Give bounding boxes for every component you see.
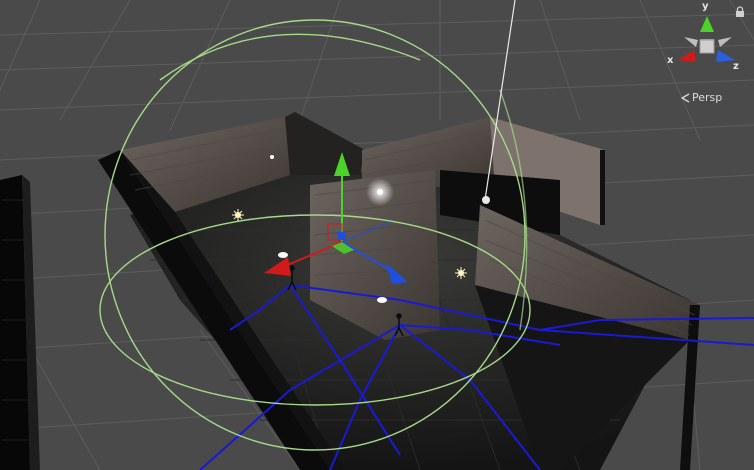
point-light-icon[interactable] [482,196,490,204]
point-light-icon[interactable] [270,155,274,159]
x-axis-label: x [667,55,674,66]
cloud-icon[interactable] [278,252,288,258]
y-axis-label: y [702,1,709,12]
projection-label: Persp [692,91,723,104]
chevron-left-icon [681,93,690,103]
cloud-icon[interactable] [377,297,387,303]
lock-icon[interactable] [734,6,746,18]
projection-toggle[interactable]: Persp [681,92,722,104]
scene-canvas[interactable] [0,0,754,470]
z-axis-label: z [733,61,739,72]
scene-viewport[interactable]: y x z Persp [0,0,754,470]
left-wall-geometry [0,175,40,470]
point-light-icon[interactable] [366,178,394,206]
